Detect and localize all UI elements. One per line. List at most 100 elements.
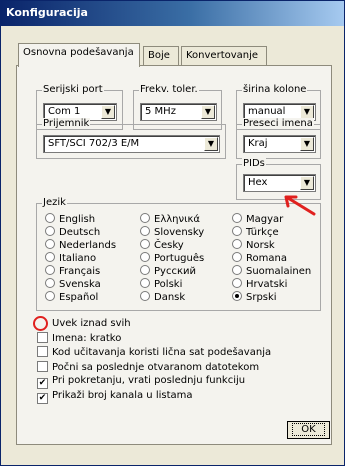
language-radio[interactable]: Srpski xyxy=(232,291,277,303)
language-label: Ελληνικά xyxy=(154,214,200,225)
option-checkbox[interactable]: Kod učitavanja koristi lična sat podešav… xyxy=(37,346,271,358)
radio-circle-icon[interactable] xyxy=(45,226,55,236)
chevron-down-icon[interactable]: ▼ xyxy=(201,105,215,119)
language-radio[interactable]: Česky xyxy=(140,239,184,251)
language-radio[interactable]: Hrvatski xyxy=(232,278,287,290)
language-radio[interactable]: Svenska xyxy=(45,278,101,290)
name-cut-select[interactable]: Kraj ▼ xyxy=(243,135,316,153)
radio-circle-icon[interactable] xyxy=(45,291,55,301)
radio-circle-icon[interactable] xyxy=(140,291,150,301)
language-radio[interactable]: Polski xyxy=(140,278,182,290)
serial-port-value: Com 1 xyxy=(48,106,81,117)
option-checkbox[interactable]: ✔ Prikaži broj kanala u listama xyxy=(37,390,193,404)
language-label: Español xyxy=(59,292,99,303)
tab-convert[interactable]: Konvertovanje xyxy=(181,46,267,65)
option-checkbox[interactable]: Imena: kratko xyxy=(37,331,122,344)
checkmark-icon[interactable]: ✔ xyxy=(37,378,48,389)
pids-value: Hex xyxy=(248,177,268,188)
language-radio[interactable]: Slovensky xyxy=(140,226,204,238)
option-checkbox[interactable]: ✔ Pri pokretanju, vrati poslednju funkcij… xyxy=(37,375,245,389)
ok-label: OK xyxy=(292,423,325,436)
radio-circle-icon[interactable] xyxy=(232,226,242,236)
radio-circle-icon[interactable] xyxy=(45,265,55,275)
checkbox-label: Prikaži broj kanala u listama xyxy=(52,389,193,401)
language-label: Svenska xyxy=(59,279,101,290)
option-checkbox[interactable]: Počni sa poslednje otvaranom datotekom xyxy=(37,360,259,373)
receiver-select[interactable]: SFT/SCI 702/3 E/M ▼ xyxy=(43,135,220,153)
radio-circle-icon[interactable] xyxy=(232,278,242,288)
language-radio[interactable]: Русский xyxy=(140,265,196,277)
language-label: Nederlands xyxy=(59,240,117,251)
chevron-down-icon[interactable]: ▼ xyxy=(300,176,314,190)
radio-circle-icon[interactable] xyxy=(232,265,242,275)
language-radio[interactable]: Romana xyxy=(232,252,287,264)
tab-colors[interactable]: Boje xyxy=(143,46,179,65)
radio-circle-icon[interactable] xyxy=(45,252,55,262)
radio-circle-icon[interactable] xyxy=(45,278,55,288)
chevron-down-icon[interactable]: ▼ xyxy=(204,137,218,151)
checkbox-icon[interactable] xyxy=(37,331,48,343)
freq-tolerance-select[interactable]: 5 MHz ▼ xyxy=(140,103,217,121)
receiver-value: SFT/SCI 702/3 E/M xyxy=(48,138,140,149)
radio-circle-icon[interactable] xyxy=(140,213,150,223)
language-label: Romana xyxy=(246,253,287,264)
language-radio[interactable]: Nederlands xyxy=(45,239,116,251)
checkbox-label: Imena: kratko xyxy=(52,332,122,344)
tab-basic-settings[interactable]: Osnovna podešavanja xyxy=(18,43,140,67)
receiver-group: Prijemnik SFT/SCI 702/3 E/M ▼ xyxy=(36,118,226,159)
pids-select[interactable]: Hex ▼ xyxy=(243,174,316,192)
radio-circle-icon[interactable] xyxy=(45,213,55,223)
language-radio[interactable]: Suomalainen xyxy=(232,265,311,277)
language-radio[interactable]: Italiano xyxy=(45,252,96,264)
language-radio[interactable]: Ελληνικά xyxy=(140,213,200,225)
language-radio[interactable]: Français xyxy=(45,265,100,277)
tab-label: Konvertovanje xyxy=(186,50,259,61)
chevron-down-icon[interactable]: ▼ xyxy=(300,137,314,151)
language-radio[interactable]: Norsk xyxy=(232,239,275,251)
radio-circle-icon[interactable] xyxy=(232,213,242,223)
title-bar[interactable]: Konfiguracija xyxy=(1,1,344,26)
language-radio[interactable]: Dansk xyxy=(140,291,185,303)
language-radio[interactable]: Deutsch xyxy=(45,226,100,238)
annotation-circle xyxy=(33,316,48,331)
radio-circle-icon[interactable] xyxy=(140,226,150,236)
freq-tolerance-legend: Frekv. toler. xyxy=(139,84,199,95)
radio-circle-icon[interactable] xyxy=(140,252,150,262)
receiver-legend: Prijemnik xyxy=(42,118,91,129)
radio-circle-icon[interactable] xyxy=(140,265,150,275)
language-radio[interactable]: English xyxy=(45,213,95,225)
language-label: Hrvatski xyxy=(246,279,288,290)
ok-button[interactable]: OK xyxy=(287,421,330,439)
language-label: Magyar xyxy=(246,214,284,225)
freq-tolerance-value: 5 MHz xyxy=(145,106,176,117)
radio-circle-icon[interactable] xyxy=(232,291,242,301)
language-radio[interactable]: Español xyxy=(45,291,98,303)
name-cut-legend: Preseci imena xyxy=(242,118,314,129)
radio-circle-icon[interactable] xyxy=(232,239,242,249)
annotation-arrow xyxy=(284,195,316,216)
language-radio[interactable]: Türkçe xyxy=(232,226,279,238)
language-label: Polski xyxy=(154,279,183,290)
checkbox-icon[interactable] xyxy=(37,360,48,372)
window-title: Konfiguracija xyxy=(6,6,88,19)
settings-panel: Serijski port Com 1 ▼ Frekv. toler. 5 MH… xyxy=(16,65,332,445)
checkmark-icon[interactable]: ✔ xyxy=(37,392,48,404)
language-radio[interactable]: Português xyxy=(140,252,204,264)
language-label: Русский xyxy=(154,266,196,277)
language-radio[interactable]: Magyar xyxy=(232,213,283,225)
column-width-value: manual xyxy=(248,106,286,117)
radio-circle-icon[interactable] xyxy=(140,278,150,288)
radio-circle-icon[interactable] xyxy=(232,252,242,262)
language-label: English xyxy=(59,214,96,225)
pids-legend: PIDs xyxy=(242,158,266,169)
radio-circle-icon[interactable] xyxy=(45,239,55,249)
checkbox-icon[interactable] xyxy=(37,346,48,357)
tab-label: Boje xyxy=(148,50,170,61)
radio-circle-icon[interactable] xyxy=(140,239,150,249)
chevron-down-icon[interactable]: ▼ xyxy=(300,105,314,119)
language-label: Srpski xyxy=(246,292,277,303)
language-label: Dansk xyxy=(154,292,186,303)
option-checkbox[interactable]: Uvek iznad svih xyxy=(37,317,131,329)
chevron-down-icon[interactable]: ▼ xyxy=(101,105,115,119)
checkbox-label: Pri pokretanju, vrati poslednju funkciju xyxy=(52,375,246,386)
